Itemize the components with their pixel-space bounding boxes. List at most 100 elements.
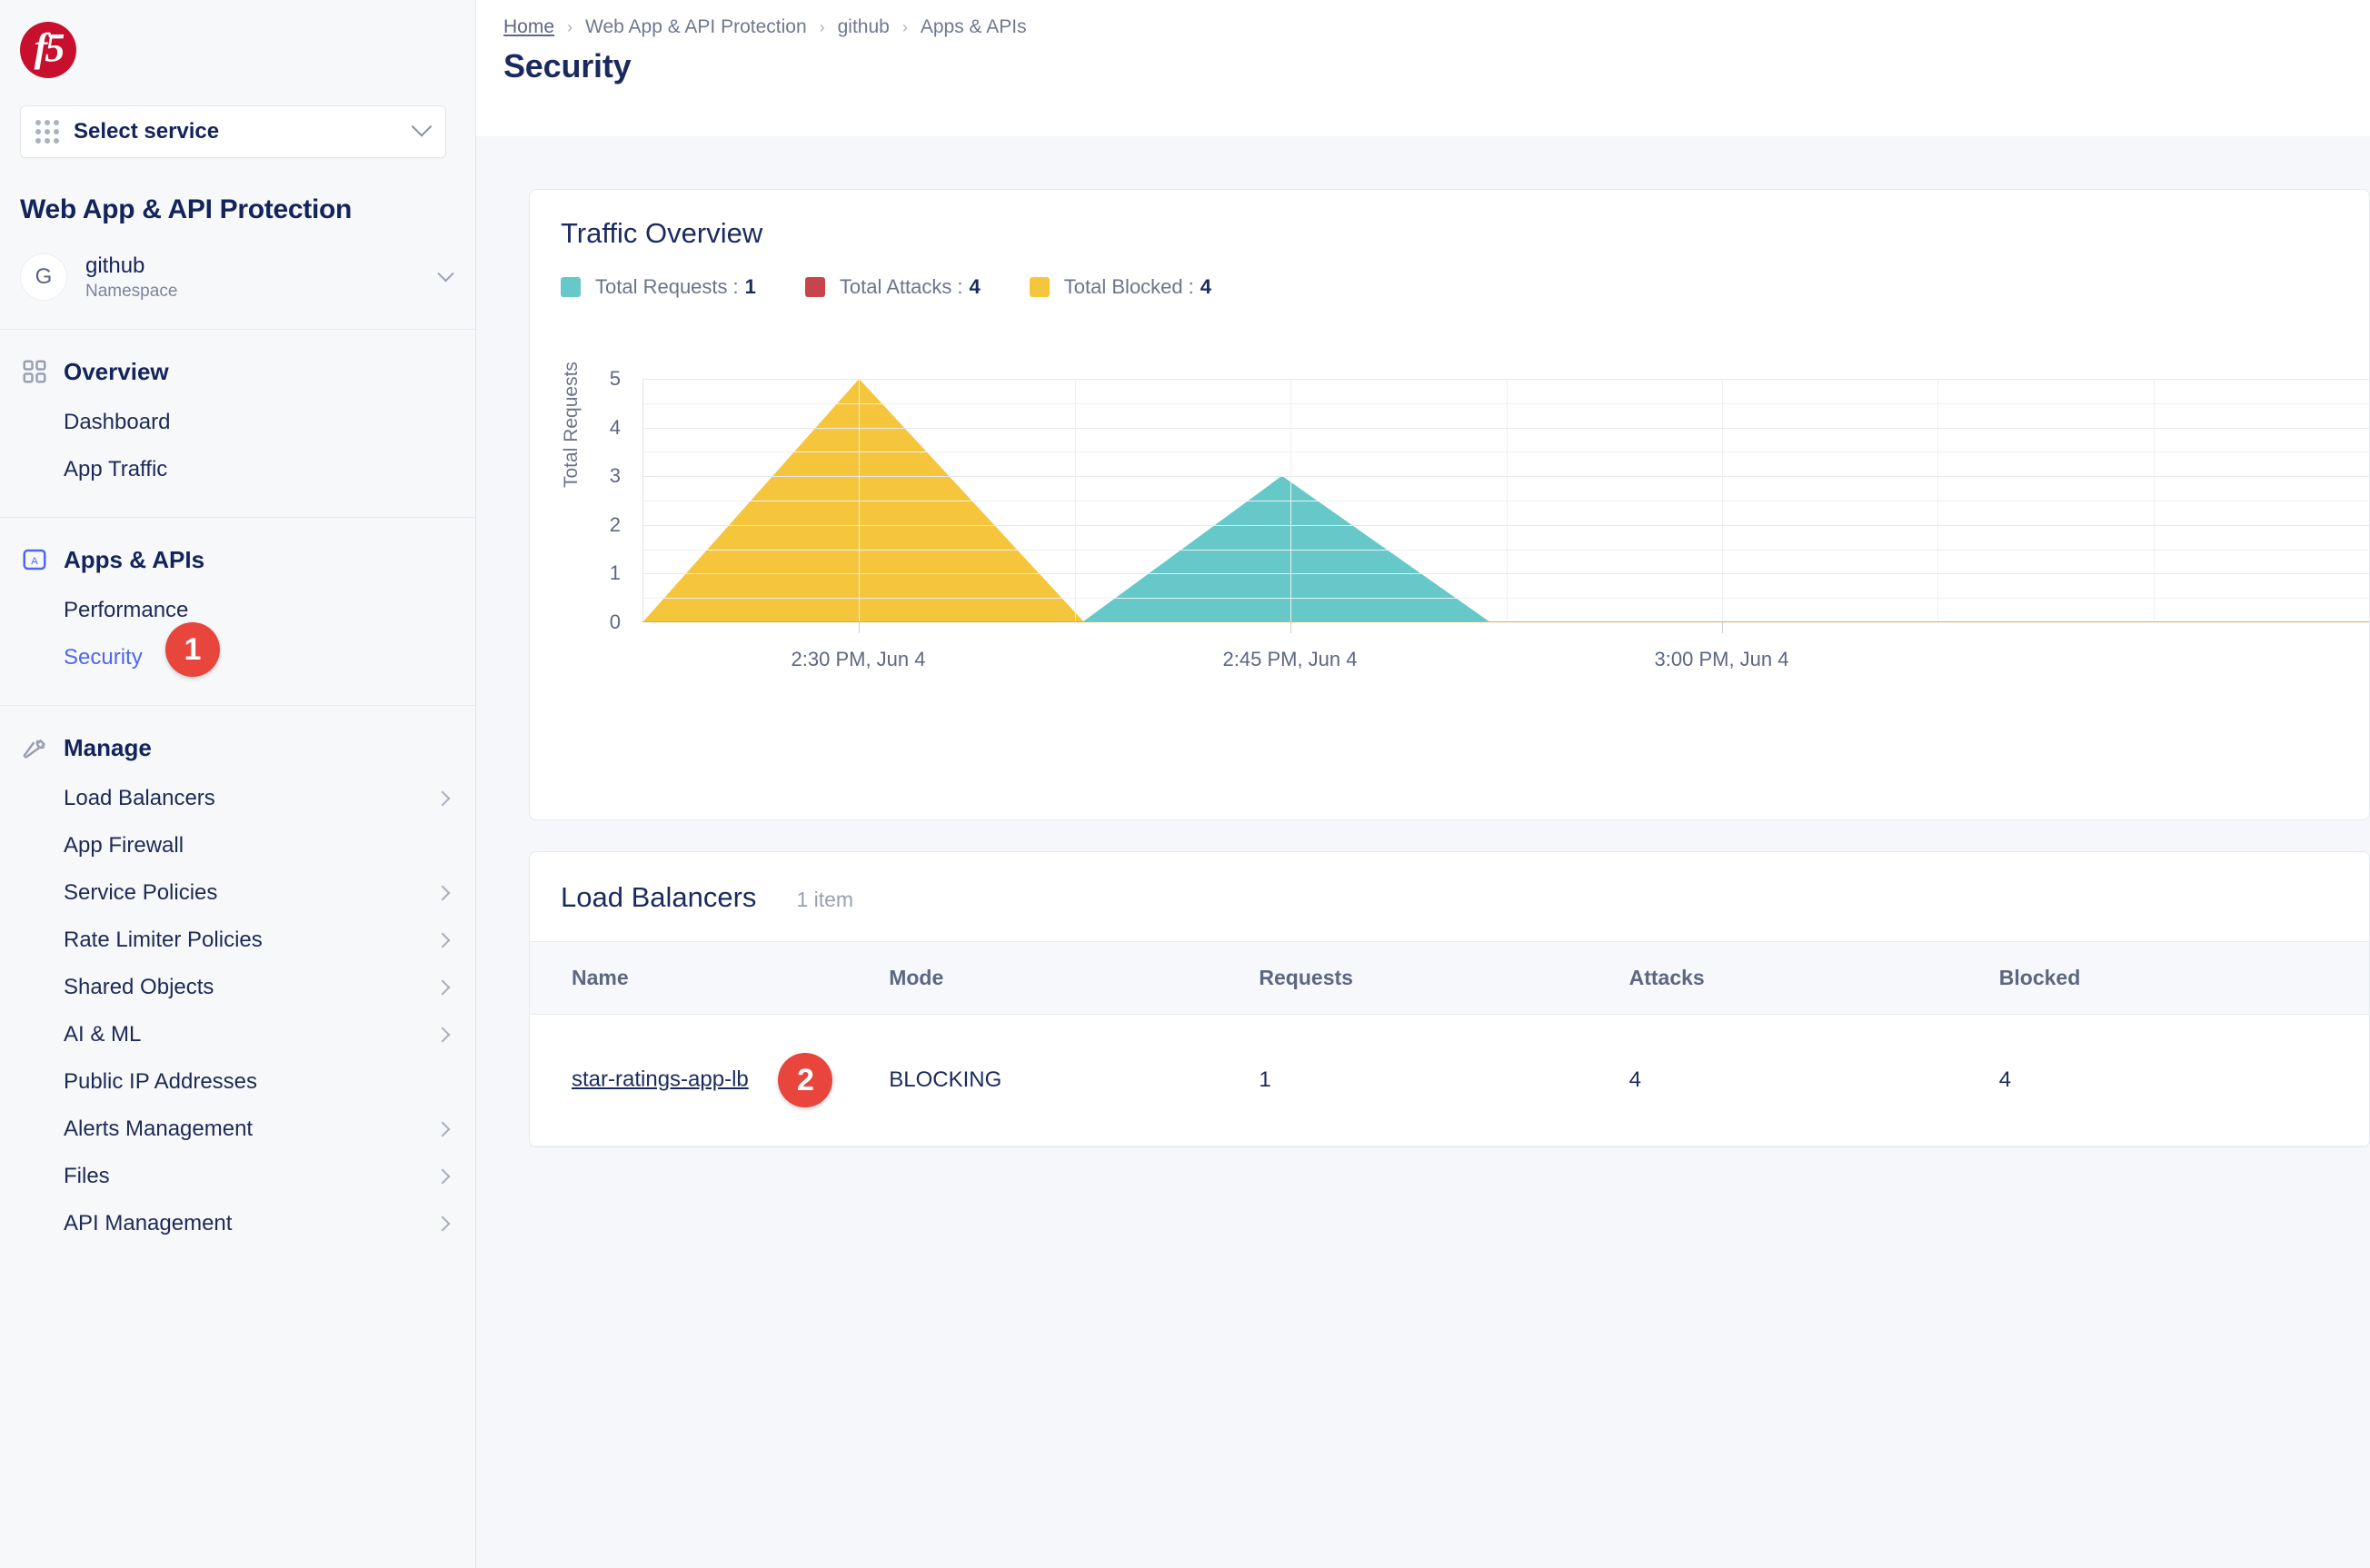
sidebar-item-overview[interactable]: Overview: [0, 350, 475, 393]
sidebar-item-files[interactable]: Files: [0, 1153, 475, 1200]
sidebar-item-performance[interactable]: Performance: [0, 587, 475, 634]
sidebar-item-manage[interactable]: Manage: [0, 726, 475, 769]
select-service-dropdown[interactable]: Select service: [20, 105, 446, 158]
sidebar-item-apps-apis[interactable]: A Apps & APIs: [0, 538, 475, 581]
sidebar-item-app-firewall[interactable]: App Firewall: [0, 822, 475, 869]
column-header-attacks[interactable]: Attacks: [1629, 942, 1999, 1015]
legend-label: Total Attacks: [840, 275, 952, 299]
sidebar-item-shared-objects[interactable]: Shared Objects: [0, 964, 475, 1011]
legend-value: 4: [1200, 275, 1211, 299]
nav-group-apps-apis: A Apps & APIs Performance Security 1: [0, 518, 475, 706]
load-balancers-title: Load Balancers: [561, 881, 756, 914]
namespace-selector[interactable]: G github Namespace: [0, 225, 475, 330]
load-balancers-count: 1 item: [796, 888, 853, 912]
chart-gridline-v: [1507, 379, 1508, 621]
main-content: Home › Web App & API Protection › github…: [476, 0, 2370, 1568]
chevron-right-icon: [435, 886, 451, 901]
column-header-mode[interactable]: Mode: [889, 942, 1259, 1015]
breadcrumb-home[interactable]: Home: [503, 16, 554, 38]
breadcrumb-separator-icon: ›: [902, 18, 908, 37]
sidebar-item-label: Dashboard: [64, 410, 448, 435]
sidebar-item-label: Rate Limiter Policies: [64, 928, 437, 953]
chart-x-tickmark: [1722, 622, 1723, 633]
chevron-right-icon: [435, 1122, 451, 1137]
nav-group-title: Overview: [64, 358, 169, 386]
breadcrumb-separator-icon: ›: [820, 18, 825, 37]
apps-apis-icon: A: [20, 545, 49, 574]
legend-label: Total Requests: [595, 275, 728, 299]
namespace-subtitle: Namespace: [85, 282, 440, 302]
legend-value: 4: [970, 275, 981, 299]
sidebar-item-label: Service Policies: [64, 880, 437, 906]
f5-logo-icon[interactable]: f5: [20, 22, 76, 78]
chevron-right-icon: [435, 980, 451, 996]
sidebar-item-label: App Traffic: [64, 457, 448, 482]
breadcrumb-github[interactable]: github: [838, 16, 890, 38]
sidebar-item-public-ip-addresses[interactable]: Public IP Addresses: [0, 1058, 475, 1106]
sidebar-item-rate-limiter-policies[interactable]: Rate Limiter Policies: [0, 917, 475, 964]
sidebar-item-label: Alerts Management: [64, 1116, 437, 1142]
legend-colon: :: [1189, 275, 1194, 299]
svg-text:A: A: [31, 556, 38, 567]
grid-squares-icon: [20, 357, 49, 386]
breadcrumb: Home › Web App & API Protection › github…: [476, 0, 2370, 38]
chart-y-tick: 2: [579, 513, 621, 537]
chart-legend: Total Requests : 1 Total Attacks : 4 Tot…: [530, 250, 2369, 299]
sidebar-item-label: AI & ML: [64, 1022, 437, 1047]
chevron-down-icon: [412, 116, 433, 137]
column-header-requests[interactable]: Requests: [1259, 942, 1628, 1015]
sidebar-item-label: App Firewall: [64, 833, 448, 858]
sidebar-item-label: API Management: [64, 1211, 437, 1236]
traffic-overview-card: Traffic Overview Total Requests : 1 Tota…: [529, 189, 2370, 820]
page-title: Security: [476, 38, 2370, 85]
chevron-right-icon: [435, 1216, 451, 1232]
logo-container: f5: [0, 0, 475, 105]
chart-y-tick: 3: [579, 464, 621, 488]
breadcrumb-waap[interactable]: Web App & API Protection: [585, 16, 807, 38]
sidebar-item-service-policies[interactable]: Service Policies: [0, 869, 475, 917]
annotation-badge-2: 2: [778, 1053, 832, 1107]
traffic-chart: Total Requests 012345 2:30 PM, Jun 42:45…: [561, 379, 2369, 742]
table-header-row: Name Mode Requests Attacks Blocked: [530, 942, 2369, 1015]
legend-item-total-attacks[interactable]: Total Attacks : 4: [805, 275, 981, 299]
cell-name: star-ratings-app-lb 2: [530, 1015, 889, 1146]
sidebar-item-dashboard[interactable]: Dashboard: [0, 399, 475, 446]
load-balancers-card: Load Balancers 1 item Name Mode Requests…: [529, 851, 2370, 1147]
chart-x-tick: 3:00 PM, Jun 4: [1655, 648, 1789, 671]
sidebar-item-api-management[interactable]: API Management: [0, 1200, 475, 1247]
sidebar-item-label: Security: [64, 645, 448, 670]
sidebar-item-ai-ml[interactable]: AI & ML: [0, 1011, 475, 1058]
chevron-right-icon: [435, 1169, 451, 1185]
chart-x-tick: 2:30 PM, Jun 4: [792, 648, 926, 671]
chart-gridline-v: [1722, 379, 1723, 621]
annotation-badge-2-wrapper: 2: [778, 1053, 832, 1107]
legend-colon: :: [957, 275, 962, 299]
legend-item-total-requests[interactable]: Total Requests : 1: [561, 275, 756, 299]
chart-y-tick: 4: [579, 416, 621, 440]
load-balancer-link[interactable]: star-ratings-app-lb: [572, 1067, 749, 1091]
legend-item-total-blocked[interactable]: Total Blocked : 4: [1030, 275, 1211, 299]
chart-y-tick: 1: [579, 561, 621, 585]
chevron-right-icon: [435, 1027, 451, 1043]
chart-x-tick: 2:45 PM, Jun 4: [1223, 648, 1358, 671]
sidebar-item-alerts-management[interactable]: Alerts Management: [0, 1106, 475, 1153]
chart-x-tickmark: [859, 622, 860, 633]
legend-swatch-icon: [805, 277, 825, 297]
content-area: Traffic Overview Total Requests : 1 Tota…: [476, 136, 2370, 1568]
select-service-label: Select service: [74, 119, 414, 144]
namespace-texts: github Namespace: [85, 253, 440, 302]
column-header-blocked[interactable]: Blocked: [1999, 942, 2369, 1015]
chart-gridline-v: [859, 379, 860, 621]
breadcrumb-apps-apis[interactable]: Apps & APIs: [921, 16, 1027, 38]
legend-swatch-icon: [1030, 277, 1050, 297]
sidebar-item-app-traffic[interactable]: App Traffic: [0, 446, 475, 493]
load-balancers-table: Name Mode Requests Attacks Blocked star-…: [530, 941, 2369, 1146]
sidebar-item-label: Performance: [64, 598, 448, 623]
chevron-right-icon: [435, 791, 451, 807]
column-header-name[interactable]: Name: [530, 942, 889, 1015]
chart-y-tick: 5: [579, 367, 621, 391]
nav-group-title: Apps & APIs: [64, 546, 204, 574]
sidebar-item-load-balancers[interactable]: Load Balancers: [0, 775, 475, 822]
cell-requests: 1: [1259, 1015, 1628, 1146]
sidebar-item-security[interactable]: Security 1: [0, 634, 475, 681]
